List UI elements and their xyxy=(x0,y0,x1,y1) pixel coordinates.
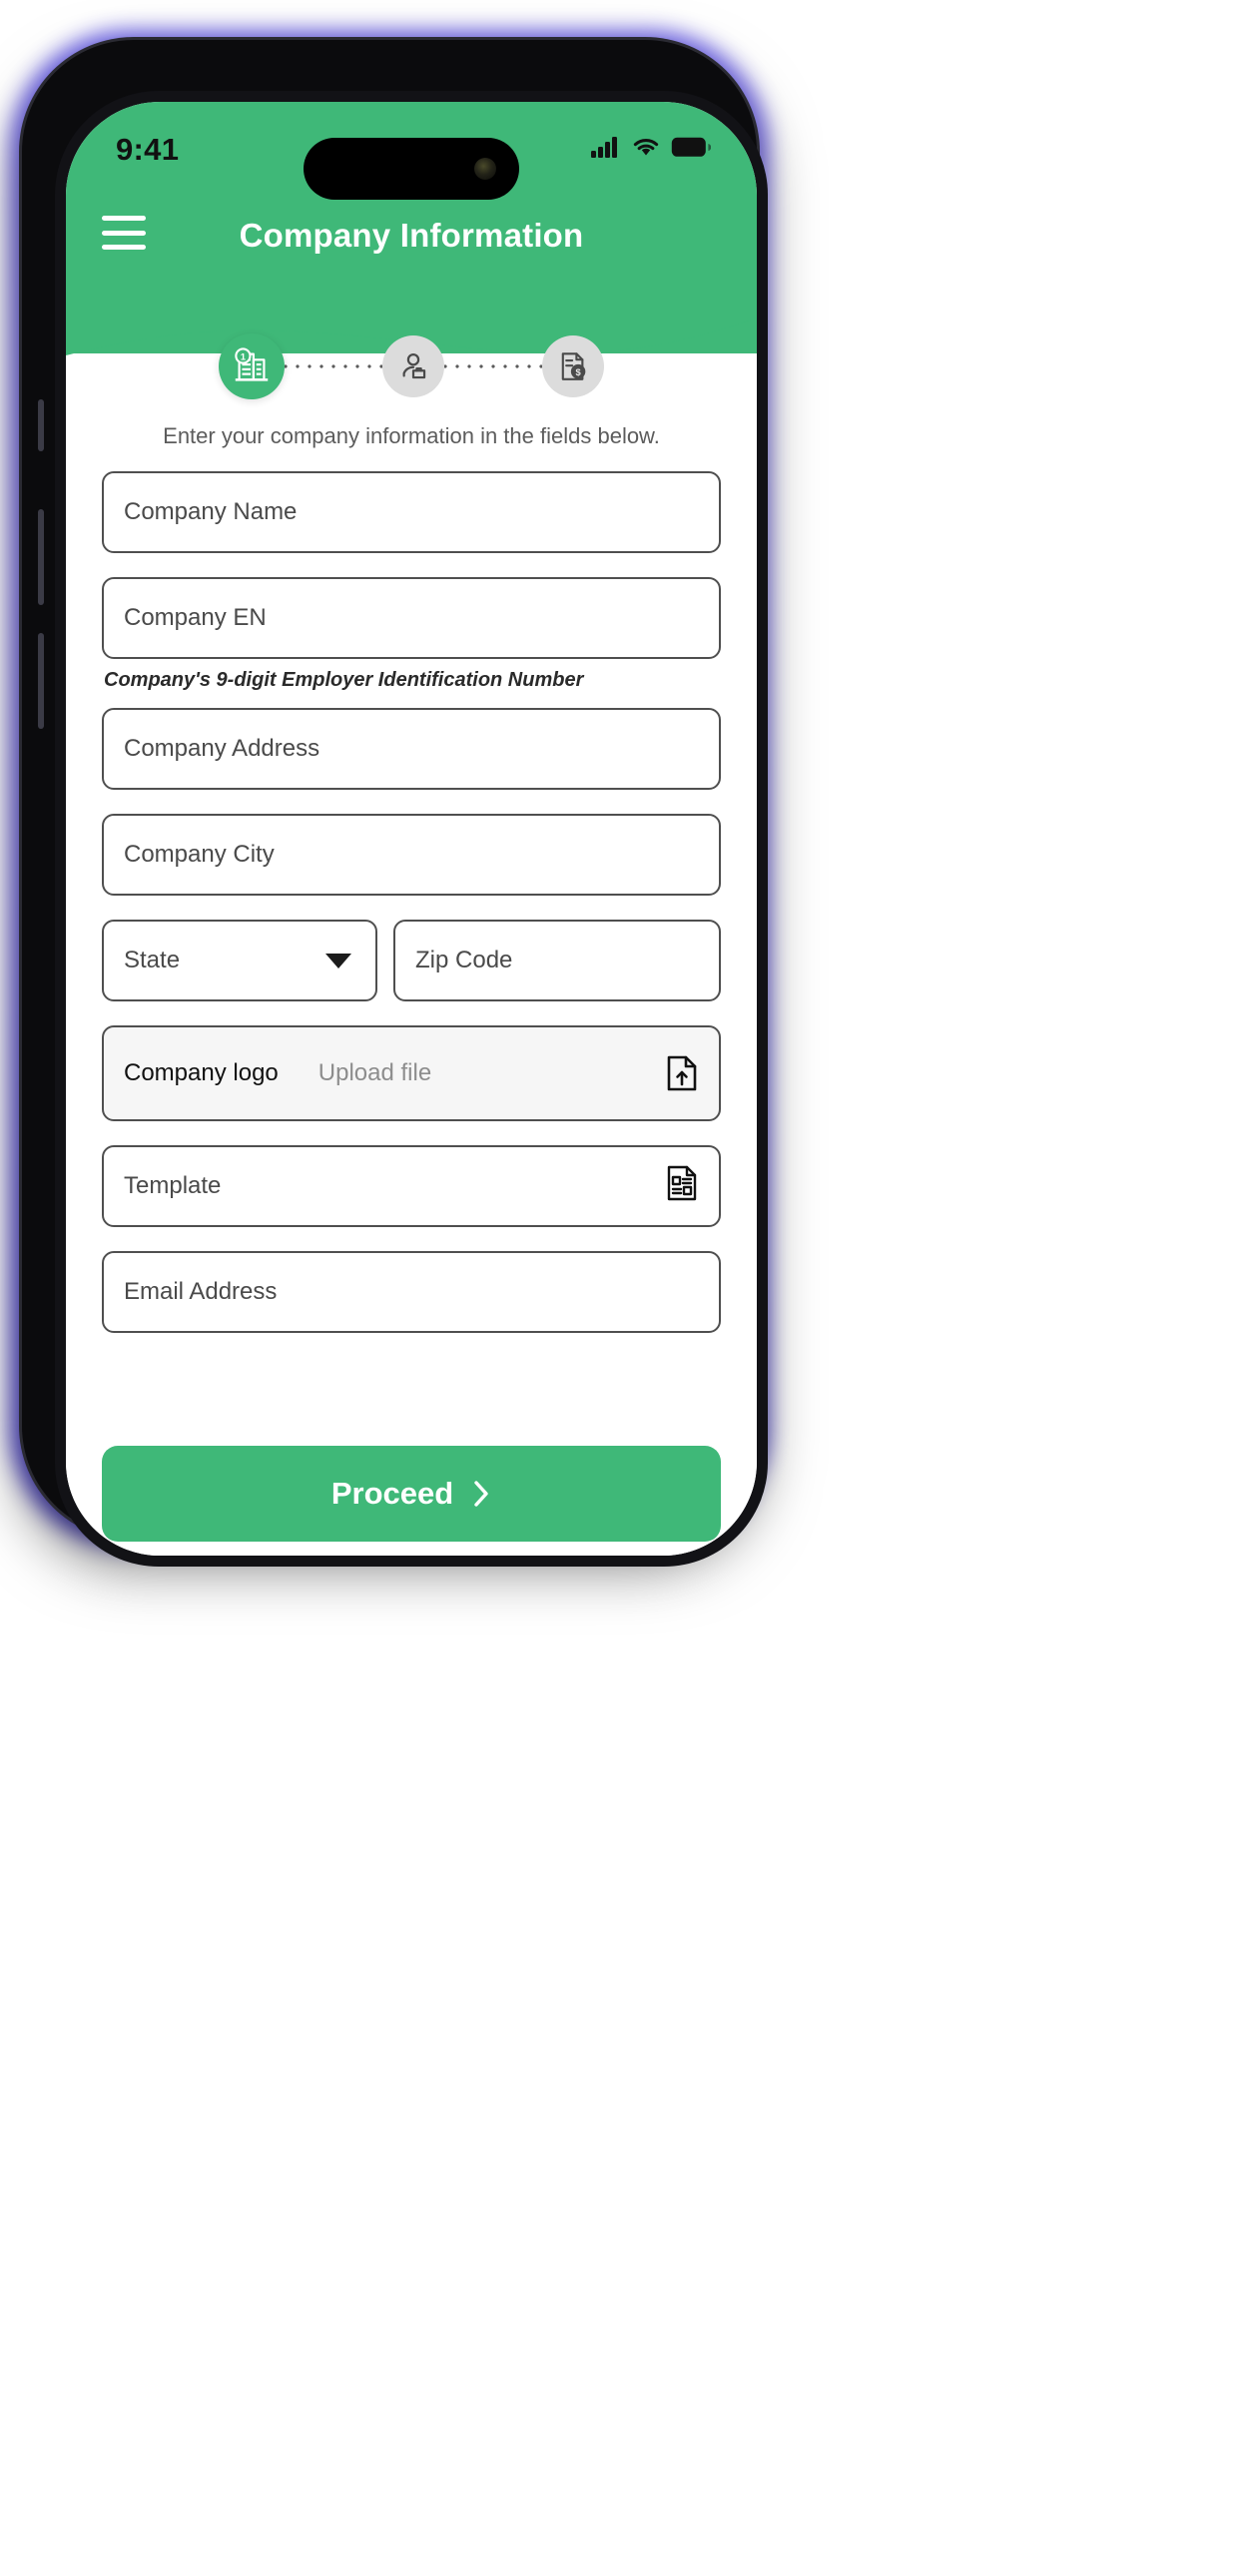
proceed-label: Proceed xyxy=(330,1476,454,1511)
nav-bar: Company Information xyxy=(66,200,757,272)
step-number: 1 xyxy=(241,351,247,362)
company-form: Company Name Company EN Company's 9-digi… xyxy=(66,471,757,1333)
status-time: 9:41 xyxy=(116,132,180,167)
wifi-icon xyxy=(633,139,659,156)
step-company-building[interactable]: 1 xyxy=(219,333,285,399)
instruction-text: Enter your company information in the fi… xyxy=(163,423,660,448)
company-address-placeholder: Company Address xyxy=(124,735,320,762)
company-name-placeholder: Company Name xyxy=(124,498,298,525)
step-tax-document[interactable]: $ xyxy=(542,335,604,397)
template-placeholder: Template xyxy=(124,1172,222,1199)
company-en-field[interactable]: Company EN xyxy=(102,577,721,659)
front-camera-icon xyxy=(474,158,496,180)
tax-document-icon: $ xyxy=(561,352,586,380)
state-select[interactable]: State xyxy=(102,920,377,1001)
form-body: Enter your company information in the fi… xyxy=(66,409,757,1556)
company-city-field[interactable]: Company City xyxy=(102,814,721,896)
stepper-connector-2 xyxy=(444,364,542,368)
company-building-icon: 1 xyxy=(235,347,269,381)
company-logo-label: Company logo xyxy=(124,1059,279,1086)
upload-file-label: Upload file xyxy=(317,1059,432,1086)
screenshot-stage: 9:41 Company Information 1 $ Enter your … xyxy=(0,0,1257,2576)
company-en-placeholder: Company EN xyxy=(124,604,267,631)
volume-down-button[interactable] xyxy=(38,633,44,729)
document-template-icon[interactable] xyxy=(665,1164,699,1209)
zip-code-field[interactable]: Zip Code xyxy=(393,920,721,1001)
step-employee[interactable] xyxy=(382,335,444,397)
svg-text:$: $ xyxy=(575,367,581,377)
battery-icon xyxy=(671,137,711,157)
status-indicators xyxy=(591,136,711,158)
employee-person-icon xyxy=(402,352,426,379)
silent-switch[interactable] xyxy=(38,399,44,451)
email-address-placeholder: Email Address xyxy=(124,1278,278,1305)
company-name-field[interactable]: Company Name xyxy=(102,471,721,553)
chevron-right-icon xyxy=(471,1478,491,1510)
proceed-button[interactable]: Proceed xyxy=(102,1446,721,1542)
email-address-field[interactable]: Email Address xyxy=(102,1251,721,1333)
progress-stepper: 1 $ xyxy=(66,323,757,409)
state-zip-row: State Zip Code xyxy=(102,920,721,1001)
phone-frame: 9:41 Company Information 1 $ Enter your … xyxy=(22,40,768,1567)
template-field[interactable]: Template xyxy=(102,1145,721,1227)
state-placeholder: State xyxy=(124,947,181,973)
status-bar: 9:41 xyxy=(66,124,757,200)
stepper-connector-1 xyxy=(285,364,382,368)
phone-screen: 9:41 Company Information 1 $ Enter your … xyxy=(66,102,757,1556)
volume-up-button[interactable] xyxy=(38,509,44,605)
hamburger-menu-icon[interactable] xyxy=(102,216,146,250)
company-logo-upload-row[interactable]: Company logo Upload file xyxy=(102,1025,721,1121)
ein-helper-text: Company's 9-digit Employer Identificatio… xyxy=(104,669,584,691)
company-address-field[interactable]: Company Address xyxy=(102,708,721,790)
chevron-down-icon xyxy=(325,953,351,968)
dynamic-island xyxy=(304,138,519,200)
upload-file-icon[interactable] xyxy=(665,1054,699,1092)
cellular-signal-icon xyxy=(591,137,617,158)
page-title: Company Information xyxy=(239,217,584,254)
company-city-placeholder: Company City xyxy=(124,841,275,868)
zip-code-placeholder: Zip Code xyxy=(415,947,513,973)
